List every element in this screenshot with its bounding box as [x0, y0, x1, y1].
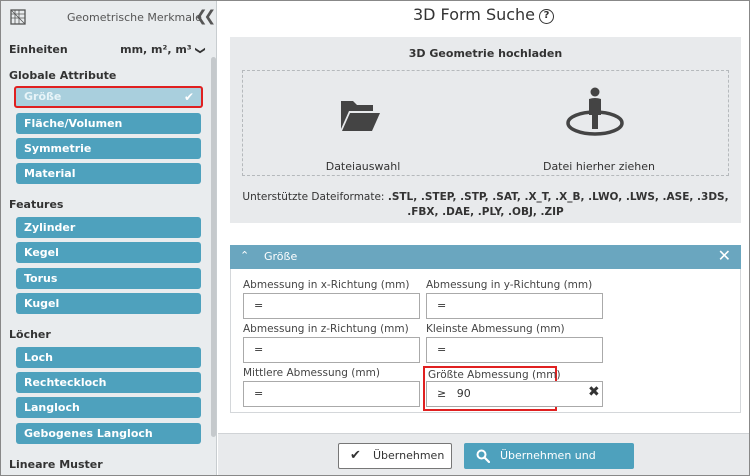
- field-min-input[interactable]: =: [426, 337, 603, 363]
- search-icon: [476, 449, 490, 463]
- size-panel: ⌃ Größe ✕ Abmessung in x-Richtung (mm) =…: [230, 245, 741, 413]
- field-label-max: Größte Abmessung (mm): [428, 369, 561, 381]
- section-holes: Löcher: [9, 328, 51, 341]
- units-value[interactable]: mm, m², m³ ❯: [120, 43, 206, 56]
- field-label-y: Abmessung in y-Richtung (mm): [426, 279, 593, 291]
- sidebar-item-cone[interactable]: Kegel: [16, 242, 201, 263]
- sidebar-item-label: Kugel: [24, 297, 60, 310]
- size-panel-body: Abmessung in x-Richtung (mm) = Abmessung…: [230, 269, 741, 413]
- supported-formats: Unterstützte Dateiformate: .STL, .STEP, …: [230, 190, 741, 220]
- sidebar-item-label: Kegel: [24, 246, 59, 259]
- sidebar-item-label: Symmetrie: [24, 142, 92, 155]
- clear-icon[interactable]: ✖: [588, 384, 600, 400]
- apply-and-search-label: Übernehmen und suchen: [500, 449, 596, 476]
- units-selector[interactable]: Einheiten mm, m², m³ ❯: [9, 43, 206, 59]
- check-icon: ✔: [350, 448, 361, 463]
- sidebar-item-curved-slot[interactable]: Gebogenes Langloch: [16, 423, 201, 444]
- sidebar-item-label: Zylinder: [24, 221, 76, 234]
- formats-prefix: Unterstützte Dateiformate:: [242, 191, 385, 203]
- sidebar-item-label: Gebogenes Langloch: [24, 427, 153, 440]
- field-label-x: Abmessung in x-Richtung (mm): [243, 279, 410, 291]
- double-chevron-left-icon[interactable]: ❮❮: [195, 7, 216, 25]
- sidebar-header: Geometrische Merkmale ❮❮: [1, 1, 216, 33]
- apply-button[interactable]: ✔ Übernehmen: [338, 443, 452, 469]
- file-select-label[interactable]: Dateiauswahl: [313, 160, 413, 173]
- close-icon[interactable]: ✕: [718, 246, 731, 265]
- check-icon: ✔: [183, 90, 194, 104]
- field-x-input[interactable]: =: [243, 293, 420, 319]
- sidebar-item-area-volume[interactable]: Fläche/Volumen: [16, 113, 201, 134]
- field-label-min: Kleinste Abmessung (mm): [426, 323, 565, 335]
- upload-panel: 3D Geometrie hochladen Dateiauswahl Date…: [230, 37, 741, 223]
- field-max-input[interactable]: ≥ 90: [426, 381, 603, 407]
- units-value-text: mm, m², m³: [120, 43, 192, 56]
- sidebar-item-rect-hole[interactable]: Rechteckloch: [16, 372, 201, 393]
- field-mid-input[interactable]: =: [243, 381, 420, 407]
- apply-button-label: Übernehmen: [373, 449, 445, 462]
- section-features: Features: [9, 198, 64, 211]
- size-panel-title: Größe: [264, 250, 298, 263]
- cube-grid-icon: [10, 9, 26, 25]
- sidebar-item-label: Langloch: [24, 401, 80, 414]
- dropzone[interactable]: Dateiauswahl Datei hierher ziehen: [242, 70, 729, 176]
- sidebar-item-label: Loch: [24, 351, 53, 364]
- sidebar-item-size[interactable]: Größe ✔: [14, 86, 203, 108]
- sidebar: Geometrische Merkmale ❮❮ Einheiten mm, m…: [1, 1, 217, 475]
- chevron-down-icon: ❯: [194, 46, 206, 55]
- sidebar-item-hole[interactable]: Loch: [16, 347, 201, 368]
- sidebar-item-material[interactable]: Material: [16, 163, 201, 184]
- drag-drop-person-icon: [566, 87, 624, 136]
- sidebar-item-slot[interactable]: Langloch: [16, 397, 201, 418]
- apply-and-search-button[interactable]: Übernehmen und suchen: [464, 443, 634, 476]
- footer: ✔ Übernehmen Übernehmen und suchen: [218, 433, 749, 476]
- field-label-mid: Mittlere Abmessung (mm): [243, 367, 380, 379]
- field-label-z: Abmessung in z-Richtung (mm): [243, 323, 409, 335]
- sidebar-item-label: Rechteckloch: [24, 376, 107, 389]
- sidebar-item-symmetry[interactable]: Symmetrie: [16, 138, 201, 159]
- main-content: 3D Form Suche? 3D Geometrie hochladen Da…: [218, 1, 749, 476]
- help-icon[interactable]: ?: [539, 9, 555, 24]
- sidebar-item-label: Fläche/Volumen: [24, 117, 123, 130]
- upload-title: 3D Geometrie hochladen: [408, 47, 563, 60]
- section-global-attributes: Globale Attribute: [9, 69, 117, 82]
- sidebar-title: Geometrische Merkmale: [67, 11, 202, 24]
- section-linear-patterns: Lineare Muster: [9, 458, 103, 471]
- sidebar-item-torus[interactable]: Torus: [16, 268, 201, 289]
- folder-open-icon[interactable]: [339, 97, 381, 133]
- page-title-text: 3D Form Suche: [412, 5, 536, 24]
- drag-here-label: Datei hierher ziehen: [542, 160, 656, 173]
- sidebar-item-cylinder[interactable]: Zylinder: [16, 217, 201, 238]
- field-y-input[interactable]: =: [426, 293, 603, 319]
- page-title: 3D Form Suche?: [218, 5, 749, 24]
- formats-list: .STL, .STEP, .STP, .SAT, .X_T, .X_B, .LW…: [387, 191, 729, 218]
- chevron-up-icon[interactable]: ⌃: [240, 249, 249, 262]
- sidebar-item-label: Größe: [24, 90, 62, 103]
- size-panel-header[interactable]: ⌃ Größe ✕: [230, 245, 741, 269]
- units-label: Einheiten: [9, 43, 68, 56]
- sidebar-item-label: Torus: [24, 272, 58, 285]
- field-z-input[interactable]: =: [243, 337, 420, 363]
- sidebar-item-sphere[interactable]: Kugel: [16, 293, 201, 314]
- sidebar-item-label: Material: [24, 167, 76, 180]
- sidebar-scrollbar[interactable]: [211, 57, 216, 437]
